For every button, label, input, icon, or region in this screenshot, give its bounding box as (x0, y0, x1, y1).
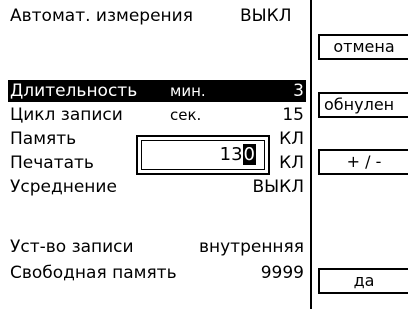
setting-label: Усреднение (10, 177, 117, 197)
setting-unit: мин. (170, 82, 206, 100)
setting-value: 15 (282, 105, 304, 125)
editor-digits: 13 (219, 144, 243, 165)
setting-value: КЛ (279, 129, 304, 149)
setting-row-free-memory: Свободная память 9999 (8, 262, 306, 284)
setting-label: Свободная память (10, 263, 177, 283)
cancel-button[interactable]: отмена (318, 34, 408, 60)
settings-panel: Автомат. измерения ВЫКЛ Длительность мин… (0, 0, 408, 309)
editor-cursor[interactable]: 0 (242, 144, 256, 165)
setting-row-record-cycle[interactable]: Цикл записи сек. 15 (8, 104, 306, 126)
page-title: Автомат. измерения ВЫКЛ (10, 6, 292, 26)
auto-measure-status: ВЫКЛ (240, 6, 292, 26)
sign-toggle-button[interactable]: + / - (318, 149, 408, 175)
setting-unit: сек. (170, 106, 202, 124)
setting-label: Память (10, 129, 77, 149)
reset-button[interactable]: обнулен (318, 92, 408, 118)
setting-value: внутренняя (198, 237, 304, 257)
setting-label: Печатать (10, 153, 94, 173)
value-editor[interactable]: 130 (136, 135, 270, 175)
setting-label: Цикл записи (10, 105, 123, 125)
softkey-divider (310, 0, 312, 309)
setting-value: ВЫКЛ (252, 177, 304, 197)
title-label: Автомат. измерения (10, 6, 193, 26)
setting-value: КЛ (279, 153, 304, 173)
setting-value: 9999 (260, 263, 304, 283)
setting-row-duration[interactable]: Длительность мин. 3 (8, 80, 306, 102)
setting-label: Длительность (10, 81, 138, 101)
setting-value: 3 (293, 81, 304, 101)
setting-row-averaging[interactable]: Усреднение ВЫКЛ (8, 176, 306, 198)
setting-label: Уст-во записи (10, 237, 134, 257)
setting-row-recording-device[interactable]: Уст-во записи внутренняя (8, 236, 306, 258)
ok-button[interactable]: да (318, 268, 408, 294)
editor-value[interactable]: 130 (220, 144, 256, 166)
